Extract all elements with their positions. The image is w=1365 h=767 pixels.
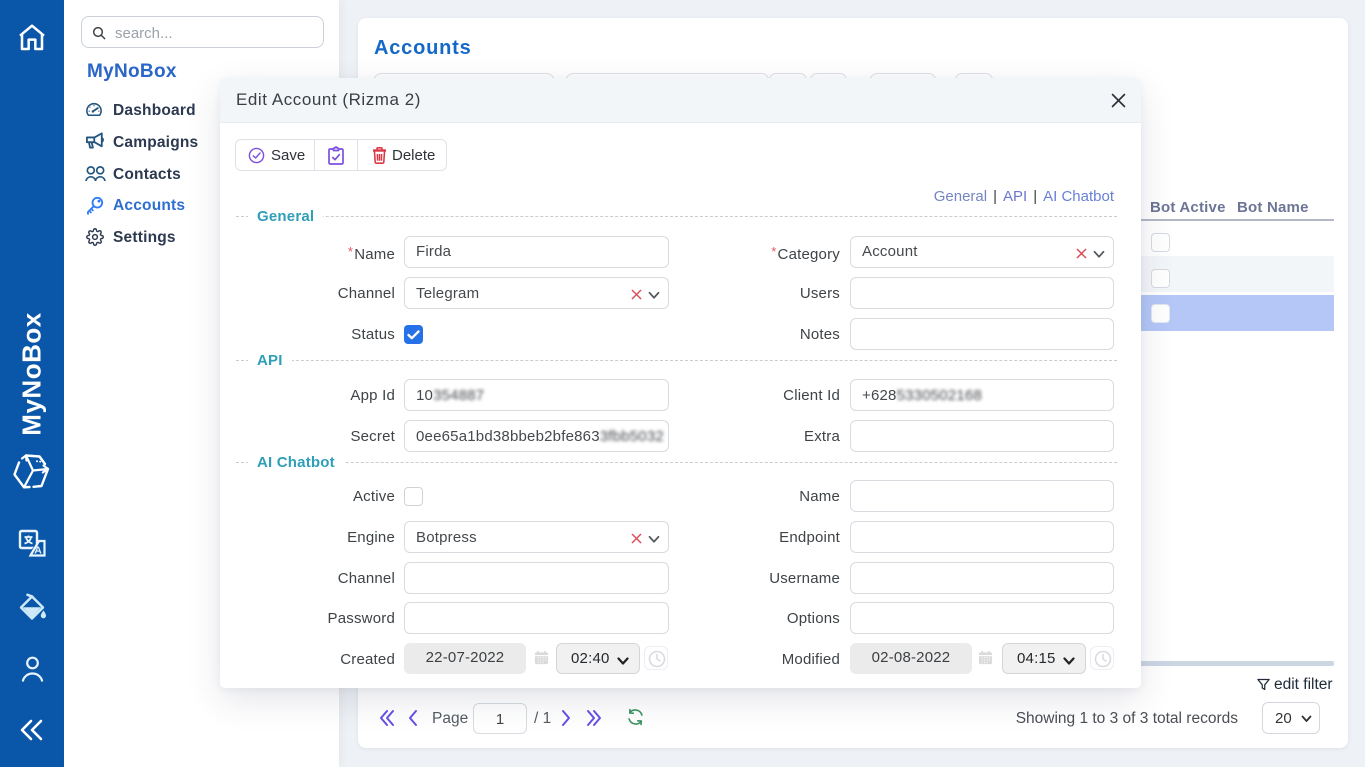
svg-text:A: A	[34, 545, 42, 557]
